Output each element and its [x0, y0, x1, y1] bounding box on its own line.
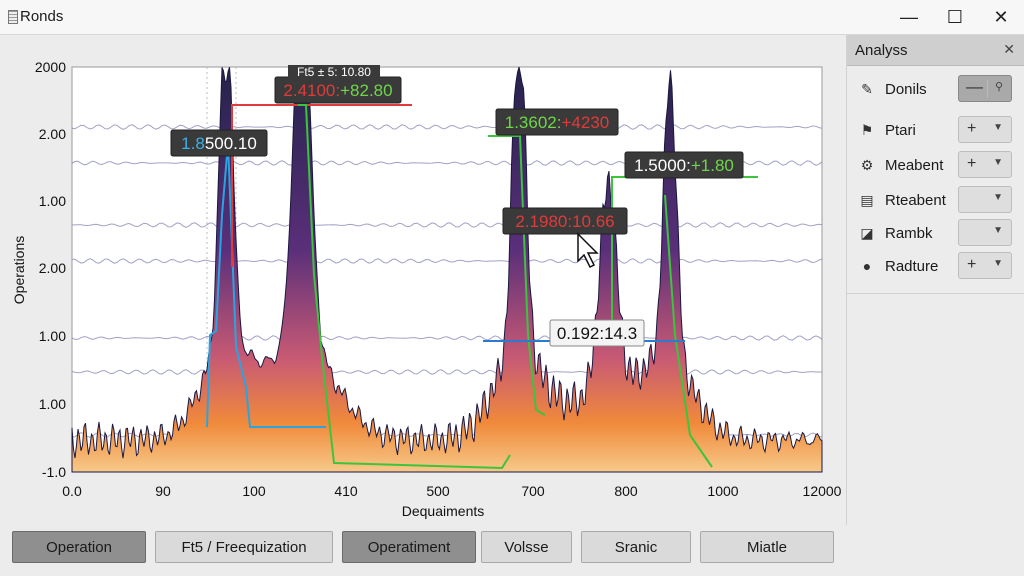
y-tick-label: 2000 — [35, 59, 66, 75]
panel-row-rambk[interactable]: ◪ Rambk ▼ — [847, 218, 1024, 248]
toolbar-button-4[interactable]: Volsse — [481, 531, 572, 563]
plus-icon[interactable]: + — [967, 155, 976, 173]
panel-row-control[interactable]: + ▼ — [958, 151, 1012, 178]
chart-icon: ◪ — [860, 225, 874, 241]
analysis-panel: Analyss ✕ ✎ Donils — ⚲ ⚑ Ptari + ▼ ⚙ Meabent + ▼ ▤ Rt… — [846, 35, 1024, 525]
panel-row-ptari[interactable]: ⚑ Ptari + ▼ — [847, 115, 1024, 145]
panel-row-label: Rambk — [885, 225, 933, 242]
svg-text:Ft5 ± 5: 10.80: Ft5 ± 5: 10.80 — [297, 65, 371, 79]
y-tick-label: 1.00 — [39, 193, 66, 209]
annotation-label[interactable]: 1.3602:+4230 — [495, 108, 619, 136]
plus-icon[interactable]: + — [967, 256, 976, 274]
close-button[interactable]: ✕ — [988, 5, 1014, 29]
annotation-text: 1.3602:+4230 — [505, 113, 609, 132]
plot-area[interactable]: 2000 2.00 1.00 2.00 1.00 1.00 -1.0 0.0 90 100 410 5… — [0, 35, 846, 525]
panel-title: Analyss — [855, 42, 908, 59]
x-tick-label: 0.0 — [62, 483, 82, 499]
x-axis-title: Dequaiments — [402, 503, 485, 519]
annotation-label[interactable]: 2.1980:10.66 — [502, 207, 628, 235]
y-tick-label: 1.00 — [39, 328, 66, 344]
panel-row-control[interactable]: ▼ — [958, 186, 1012, 213]
spectrum-chart[interactable]: 2000 2.00 1.00 2.00 1.00 1.00 -1.0 0.0 90 100 410 5… — [0, 35, 846, 525]
toolbar-button-3[interactable]: Operatiment — [342, 531, 476, 563]
annotation-text: 1.5000:+1.80 — [634, 156, 734, 175]
panel-row-control[interactable]: ▼ — [958, 219, 1012, 246]
annotation-text: 2.1980:10.66 — [515, 212, 614, 231]
minimize-button[interactable]: — — [896, 5, 922, 29]
panel-row-radture[interactable]: ● Radture + ▼ — [847, 251, 1024, 281]
toolbar-button-1[interactable]: Operation — [12, 531, 146, 563]
x-tick-label: 500 — [426, 483, 450, 499]
x-tick-label: 800 — [614, 483, 638, 499]
annotation-text: 2.4100:+82.80 — [283, 81, 392, 100]
chevron-down-icon[interactable]: ▼ — [993, 258, 1003, 269]
x-tick-label: 1000 — [707, 483, 738, 499]
plus-icon[interactable]: + — [967, 120, 976, 138]
annotation-text: 1.8500.10 — [181, 134, 257, 153]
gear-icon: ⚙ — [860, 157, 874, 173]
panel-header: Analyss ✕ — [847, 35, 1024, 66]
control-divider — [987, 80, 988, 98]
edit-icon: ✎ — [861, 81, 873, 97]
chevron-down-icon[interactable]: ▼ — [993, 192, 1003, 203]
maximize-button[interactable]: ☐ — [942, 5, 968, 29]
doc-icon: ▤ — [860, 192, 874, 208]
panel-row-label: Donils — [885, 81, 927, 98]
y-tick-label: 1.00 — [39, 396, 66, 412]
panel-row-rteabent[interactable]: ▤ Rteabent ▼ — [847, 185, 1024, 215]
toolbar-button-5[interactable]: Sranic — [581, 531, 691, 563]
chevron-down-icon[interactable]: ▼ — [993, 122, 1003, 133]
panel-row-label: Meabent — [885, 157, 944, 174]
panel-row-label: Radture — [885, 258, 939, 275]
panel-divider — [847, 293, 1024, 294]
toolbar-button-2[interactable]: Ft5 / Freequization — [155, 531, 333, 563]
pin-icon[interactable]: ⚲ — [995, 80, 1003, 93]
x-tick-label: 100 — [242, 483, 266, 499]
flag-icon: ⚑ — [860, 122, 874, 138]
annotation-label[interactable]: 2.4100:+82.80 — [274, 76, 402, 104]
chevron-down-icon[interactable]: ▼ — [993, 157, 1003, 168]
panel-row-label: Rteabent — [885, 192, 946, 209]
title-bar: Ronds — ☐ ✕ — [0, 0, 1024, 35]
y-tick-label: 2.00 — [39, 260, 66, 276]
x-tick-label: 410 — [334, 483, 358, 499]
y-axis-title: Operations — [11, 236, 27, 304]
y-tick-label: 2.00 — [39, 126, 66, 142]
minus-icon[interactable]: — — [966, 77, 983, 97]
user-icon: ● — [862, 258, 872, 274]
annotation-label[interactable]: 1.8500.10 — [170, 129, 268, 157]
annotation-label[interactable]: 1.5000:+1.80 — [624, 151, 744, 179]
bottom-toolbar: Operation Ft5 / Freequization Operatiment V… — [0, 525, 1024, 576]
panel-close-icon[interactable]: ✕ — [1003, 41, 1015, 58]
document-icon — [8, 10, 18, 24]
panel-row-control[interactable]: + ▼ — [958, 116, 1012, 143]
panel-row-meabent[interactable]: ⚙ Meabent + ▼ — [847, 150, 1024, 180]
annotation-label[interactable]: 0.192:14.3 — [549, 319, 645, 347]
panel-row-control[interactable]: — ⚲ — [958, 75, 1012, 102]
window-title: Ronds — [20, 8, 64, 25]
chevron-down-icon[interactable]: ▼ — [993, 225, 1003, 236]
annotation-text: 0.192:14.3 — [557, 324, 637, 343]
toolbar-button-6[interactable]: Miatle — [700, 531, 834, 563]
top-annotation: Ft5 ± 5: 10.80 — [288, 65, 380, 79]
x-tick-label: 12000 — [803, 483, 842, 499]
y-tick-label: -1.0 — [42, 464, 66, 480]
panel-row-control[interactable]: + ▼ — [958, 252, 1012, 279]
x-tick-label: 90 — [155, 483, 171, 499]
x-tick-label: 700 — [521, 483, 545, 499]
panel-row-label: Ptari — [885, 122, 916, 139]
panel-row-donils[interactable]: ✎ Donils — ⚲ — [847, 74, 1024, 104]
